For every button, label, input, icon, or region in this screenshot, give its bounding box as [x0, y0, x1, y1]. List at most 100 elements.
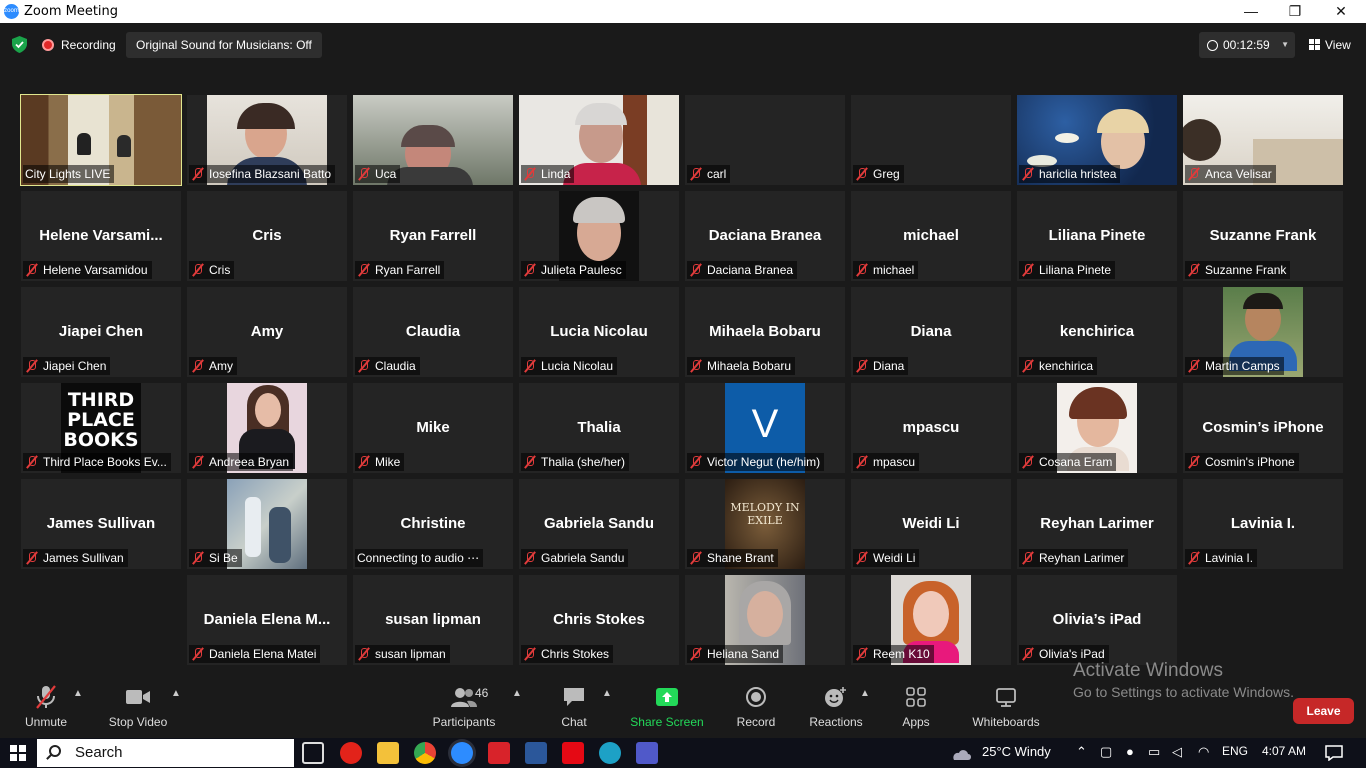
participant-tile[interactable]: Ryan Farrell Ryan Farrell: [353, 191, 513, 281]
participant-tile[interactable]: michael michael: [851, 191, 1011, 281]
participant-tile[interactable]: hariclia hristea: [1017, 95, 1177, 185]
close-button[interactable]: ✕: [1318, 0, 1364, 23]
participant-tile[interactable]: Claudia Claudia: [353, 287, 513, 377]
leave-button[interactable]: Leave: [1293, 698, 1354, 724]
weather-text[interactable]: 25°C Windy: [982, 744, 1051, 759]
participant-tile[interactable]: carl: [685, 95, 845, 185]
participant-tile[interactable]: Daciana Branea Daciana Branea: [685, 191, 845, 281]
shield-icon[interactable]: [12, 36, 27, 53]
teams-icon[interactable]: [636, 742, 658, 764]
participant-tile[interactable]: V Victor Negut (he/him): [685, 383, 845, 473]
restore-button[interactable]: ❐: [1272, 0, 1318, 23]
participant-tile[interactable]: Daniela Elena M... Daniela Elena Matei: [187, 575, 347, 665]
participant-tile[interactable]: Anca Velisar: [1183, 95, 1343, 185]
reactions-button[interactable]: Reactions: [806, 684, 866, 729]
taskbar-search-box[interactable]: Search: [37, 739, 294, 767]
participant-name-label: michael: [853, 261, 919, 279]
participant-tile[interactable]: THIRD PLACE BOOKS Third Place Books Ev...: [21, 383, 181, 473]
zoom-taskbar-icon[interactable]: [451, 742, 473, 764]
recording-indicator[interactable]: Recording: [42, 35, 116, 55]
participant-tile[interactable]: Reyhan Larimer Reyhan Larimer: [1017, 479, 1177, 569]
mic-tray-icon[interactable]: ●: [1126, 744, 1134, 759]
participant-tile[interactable]: kenchirica kenchirica: [1017, 287, 1177, 377]
word-icon[interactable]: [525, 742, 547, 764]
participant-tile[interactable]: mpascu mpascu: [851, 383, 1011, 473]
notifications-icon[interactable]: [1325, 745, 1343, 761]
chat-chevron-icon[interactable]: ▲: [602, 688, 612, 699]
participant-tile[interactable]: Weidi Li Weidi Li: [851, 479, 1011, 569]
participant-tile[interactable]: Uca: [353, 95, 513, 185]
participant-tile[interactable]: Cosmin’s iPhone Cosmin's iPhone: [1183, 383, 1343, 473]
participant-tile[interactable]: Mike Mike: [353, 383, 513, 473]
video-options-chevron-icon[interactable]: ▲: [171, 688, 181, 699]
participants-button[interactable]: 46 Participants: [430, 684, 498, 729]
wifi-icon[interactable]: ◠: [1198, 744, 1209, 760]
participant-tile[interactable]: Greg: [851, 95, 1011, 185]
participant-tile[interactable]: Suzanne Frank Suzanne Frank: [1183, 191, 1343, 281]
minimize-button[interactable]: —: [1228, 0, 1274, 23]
participant-label-text: Martin Camps: [1205, 359, 1280, 373]
chrome-icon[interactable]: [414, 742, 436, 764]
participant-tile[interactable]: Si Be: [187, 479, 347, 569]
edge-icon[interactable]: [599, 742, 621, 764]
clock-time[interactable]: 4:07 AM: [1262, 744, 1306, 758]
task-view-icon[interactable]: [302, 742, 324, 764]
volume-icon[interactable]: ◁: [1172, 744, 1182, 760]
reactions-chevron-icon[interactable]: ▲: [860, 688, 870, 699]
whiteboards-button[interactable]: Whiteboards: [966, 684, 1046, 729]
netflix-icon[interactable]: [562, 742, 584, 764]
meeting-timer[interactable]: 00:12:59 ▼: [1199, 32, 1295, 58]
file-explorer-icon[interactable]: [377, 742, 399, 764]
tray-chevron-icon[interactable]: ⌃: [1076, 744, 1087, 760]
participant-tile[interactable]: Reem K10: [851, 575, 1011, 665]
participant-tile[interactable]: Helene Varsami... Helene Varsamidou: [21, 191, 181, 281]
participant-tile[interactable]: James Sullivan James Sullivan: [21, 479, 181, 569]
battery-icon[interactable]: ▭: [1148, 744, 1160, 760]
participant-tile[interactable]: Lavinia I. Lavinia I.: [1183, 479, 1343, 569]
participant-tile[interactable]: Julieta Paulesc: [519, 191, 679, 281]
unmute-button[interactable]: Unmute: [18, 684, 74, 729]
muted-microphone-icon: [523, 648, 537, 660]
participant-tile[interactable]: Martin Camps: [1183, 287, 1343, 377]
participant-name-label: Iosefina Blazsani Batto: [189, 165, 336, 183]
participant-tile[interactable]: Andreea Bryan: [187, 383, 347, 473]
participant-tile[interactable]: Lucia Nicolau Lucia Nicolau: [519, 287, 679, 377]
participant-tile[interactable]: Jiapei Chen Jiapei Chen: [21, 287, 181, 377]
record-button[interactable]: Record: [732, 684, 780, 729]
participant-tile[interactable]: Heliana Sand: [685, 575, 845, 665]
stop-video-button[interactable]: Stop Video: [104, 684, 172, 729]
participant-name-label: Daciana Branea: [687, 261, 798, 279]
participant-tile[interactable]: Liliana Pinete Liliana Pinete: [1017, 191, 1177, 281]
participant-tile[interactable]: Christine Connecting to audio ⋯: [353, 479, 513, 569]
opera-icon[interactable]: [340, 742, 362, 764]
audio-options-chevron-icon[interactable]: ▲: [73, 688, 83, 699]
participant-tile[interactable]: Linda: [519, 95, 679, 185]
participant-tile[interactable]: Thalia Thalia (she/her): [519, 383, 679, 473]
participant-tile[interactable]: Iosefina Blazsani Batto: [187, 95, 347, 185]
chat-button[interactable]: Chat: [550, 684, 598, 729]
apps-button[interactable]: Apps: [894, 684, 938, 729]
participant-tile[interactable]: Mihaela Bobaru Mihaela Bobaru: [685, 287, 845, 377]
participant-tile[interactable]: Gabriela Sandu Gabriela Sandu: [519, 479, 679, 569]
participant-name-label: Mike: [355, 453, 405, 471]
participant-tile[interactable]: susan lipman susan lipman: [353, 575, 513, 665]
acrobat-icon[interactable]: [488, 742, 510, 764]
windows-start-icon[interactable]: [10, 745, 26, 761]
original-sound-button[interactable]: Original Sound for Musicians: Off: [126, 32, 322, 58]
muted-microphone-icon: [855, 552, 869, 564]
participant-tile[interactable]: Cris Cris: [187, 191, 347, 281]
participant-tile[interactable]: City Lights LIVE: [20, 94, 182, 186]
language-indicator[interactable]: ENG: [1222, 744, 1248, 758]
participant-tile[interactable]: Diana Diana: [851, 287, 1011, 377]
participants-chevron-icon[interactable]: ▲: [512, 688, 522, 699]
participant-tile[interactable]: MELODY IN EXILE Shane Brant: [685, 479, 845, 569]
participant-tile[interactable]: Chris Stokes Chris Stokes: [519, 575, 679, 665]
participant-tile[interactable]: Cosana Eram: [1017, 383, 1177, 473]
share-screen-icon: [656, 688, 678, 706]
participant-tile[interactable]: Olivia’s iPad Olivia's iPad: [1017, 575, 1177, 665]
view-button[interactable]: View: [1303, 32, 1359, 58]
share-screen-button[interactable]: Share Screen: [630, 684, 704, 729]
participant-tile[interactable]: Amy Amy: [187, 287, 347, 377]
participant-name-label: James Sullivan: [23, 549, 128, 567]
meet-now-icon[interactable]: ▢: [1100, 744, 1112, 760]
